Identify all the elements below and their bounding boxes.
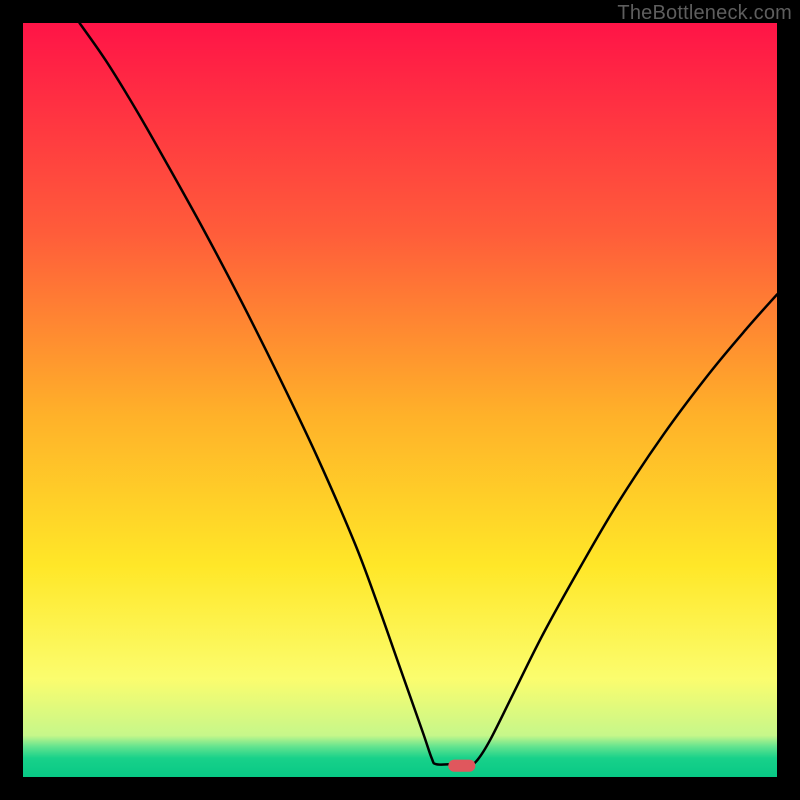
plot-area (23, 23, 777, 777)
chart-container: TheBottleneck.com (0, 0, 800, 800)
watermark-text: TheBottleneck.com (617, 2, 792, 25)
chart-svg (23, 23, 777, 777)
gradient-background (23, 23, 777, 777)
curve-marker (448, 760, 475, 772)
